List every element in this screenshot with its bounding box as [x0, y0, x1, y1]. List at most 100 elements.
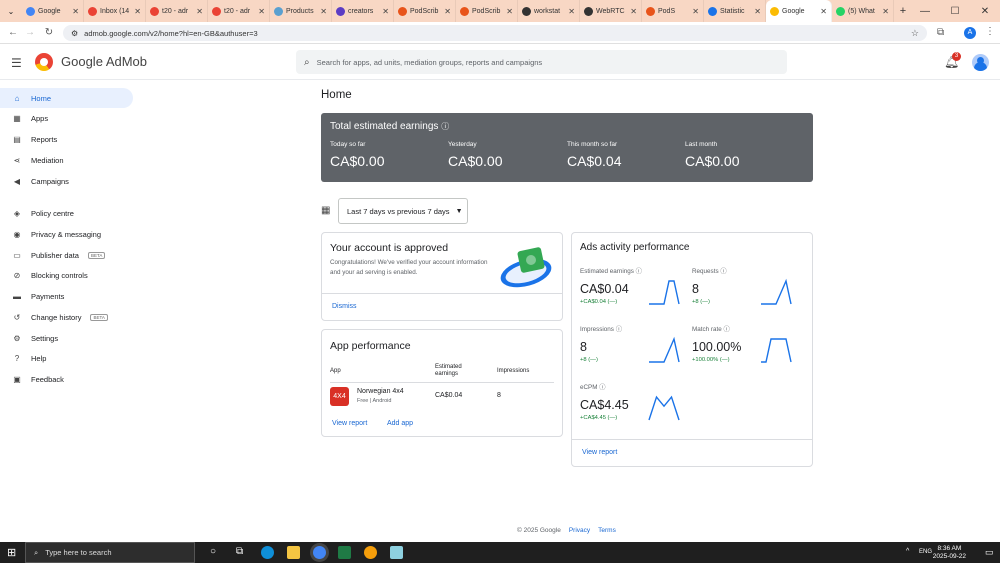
- tab-label: workstat: [534, 7, 561, 15]
- cortana-icon[interactable]: ○: [210, 546, 216, 557]
- address-bar-row: ← → ↻ ⚙ admob.google.com/v2/home?hl=en-G…: [0, 22, 1000, 44]
- sparkline-line: [649, 280, 680, 305]
- sidebar-item-label: Apps: [31, 113, 49, 123]
- help-icon: ?: [14, 353, 20, 363]
- hamburger-menu-icon[interactable]: ☰: [11, 56, 22, 70]
- browser-menu-icon[interactable]: ⋮: [985, 26, 995, 37]
- tab-close-icon[interactable]: ✕: [72, 7, 79, 16]
- tab-close-icon[interactable]: ✕: [820, 7, 827, 16]
- extensions-icon[interactable]: ⧉: [937, 27, 944, 38]
- sidebar-item-mediation[interactable]: ⋖ Mediation: [0, 150, 133, 170]
- tab-close-icon[interactable]: ✕: [444, 7, 451, 16]
- info-icon[interactable]: ⓘ: [719, 268, 726, 275]
- tab-search-icon[interactable]: ⌄: [0, 7, 22, 16]
- forward-icon[interactable]: →: [20, 27, 40, 38]
- excel-icon[interactable]: [338, 546, 351, 559]
- sidebar-item-publisher-data[interactable]: ▭ Publisher data BETA: [0, 245, 133, 265]
- browser-tab[interactable]: t20 - adr ✕: [146, 0, 208, 22]
- tab-close-icon[interactable]: ✕: [630, 7, 637, 16]
- browser-tab[interactable]: Google ✕: [22, 0, 84, 22]
- browser-tab[interactable]: Google ✕: [766, 0, 832, 22]
- info-icon[interactable]: ⓘ: [441, 122, 449, 131]
- reload-icon[interactable]: ↻: [39, 27, 59, 38]
- language-indicator[interactable]: ENG: [919, 549, 932, 555]
- sidebar-item-home[interactable]: ⌂ Home: [0, 88, 133, 108]
- notifications-center-icon[interactable]: ▭: [985, 547, 994, 558]
- tab-close-icon[interactable]: ✕: [382, 7, 389, 16]
- campaigns-icon: ◀: [13, 176, 21, 186]
- terms-link[interactable]: Terms: [598, 527, 616, 534]
- tab-close-icon[interactable]: ✕: [882, 7, 889, 16]
- account-avatar[interactable]: [972, 54, 989, 71]
- browser-tab[interactable]: Inbox (14 ✕: [84, 0, 146, 22]
- browser-tab[interactable]: PodScrib ✕: [394, 0, 456, 22]
- tray-expand-icon[interactable]: ^: [906, 548, 909, 555]
- sidebar-item-payments[interactable]: ▬ Payments: [0, 286, 133, 306]
- earnings-value: CA$0.04: [567, 153, 622, 169]
- info-icon[interactable]: ⓘ: [614, 326, 622, 333]
- browser-tab[interactable]: Statistic ✕: [704, 0, 766, 22]
- browser-tab[interactable]: (5) What ✕: [832, 0, 894, 22]
- edge-icon[interactable]: [261, 546, 274, 559]
- tab-close-icon[interactable]: ✕: [568, 7, 575, 16]
- bookmark-star-icon[interactable]: ☆: [911, 28, 919, 39]
- add-app-link[interactable]: Add app: [387, 420, 413, 427]
- app-impressions: 8: [497, 392, 501, 399]
- browser-tab[interactable]: creators ✕: [332, 0, 394, 22]
- maximize-icon[interactable]: ☐: [940, 6, 970, 17]
- sidebar-item-apps[interactable]: ▦ Apps: [0, 108, 133, 128]
- dismiss-button[interactable]: Dismiss: [332, 303, 357, 310]
- close-window-icon[interactable]: ✕: [970, 6, 1000, 17]
- sidebar-item-blocking-controls[interactable]: ⊘ Blocking controls: [0, 265, 133, 285]
- windows-start-icon[interactable]: ⊞: [7, 546, 16, 559]
- tab-favicon-icon: [150, 6, 159, 16]
- tab-close-icon[interactable]: ✕: [258, 7, 265, 16]
- tab-label: PodS: [658, 7, 676, 15]
- date-range-dropdown[interactable]: Last 7 days vs previous 7 days ▼: [338, 198, 468, 224]
- info-icon[interactable]: ⓘ: [722, 326, 729, 333]
- sidebar-item-help[interactable]: ? Help: [0, 348, 133, 368]
- ads-view-report-link[interactable]: View report: [582, 449, 617, 456]
- sidebar-item-feedback[interactable]: ▣ Feedback: [0, 369, 133, 389]
- tab-close-icon[interactable]: ✕: [692, 7, 699, 16]
- app-circle-icon[interactable]: [364, 546, 377, 559]
- task-view-icon[interactable]: ⧉: [236, 546, 243, 557]
- sidebar-item-change-history[interactable]: ↺ Change history BETA: [0, 307, 133, 327]
- browser-tab[interactable]: PodS ✕: [642, 0, 704, 22]
- browser-tab[interactable]: Products ✕: [270, 0, 332, 22]
- tab-close-icon[interactable]: ✕: [320, 7, 327, 16]
- sidebar-item-reports[interactable]: ▤ Reports: [0, 129, 133, 149]
- browser-tab[interactable]: WebRTC ✕: [580, 0, 642, 22]
- app-name[interactable]: Norwegian 4x4: [357, 388, 404, 395]
- search-bar[interactable]: ⌕ Search for apps, ad units, mediation g…: [296, 50, 787, 74]
- minimize-icon[interactable]: —: [910, 6, 940, 17]
- tab-close-icon[interactable]: ✕: [754, 7, 761, 16]
- view-report-link[interactable]: View report: [332, 420, 367, 427]
- tab-close-icon[interactable]: ✕: [134, 7, 141, 16]
- browser-tab[interactable]: workstat ✕: [518, 0, 580, 22]
- browser-tab[interactable]: t20 - adr ✕: [208, 0, 270, 22]
- url-field[interactable]: ⚙ admob.google.com/v2/home?hl=en-GB&auth…: [63, 25, 927, 41]
- chrome-icon[interactable]: [313, 546, 326, 559]
- site-info-icon[interactable]: ⚙: [71, 29, 78, 38]
- file-explorer-icon[interactable]: [287, 546, 300, 559]
- tab-close-icon[interactable]: ✕: [506, 7, 513, 16]
- tab-favicon-icon: [646, 6, 655, 16]
- window-controls: — ☐ ✕: [910, 0, 1000, 22]
- info-icon[interactable]: ⓘ: [634, 268, 642, 275]
- tab-close-icon[interactable]: ✕: [196, 7, 203, 16]
- metric-label: Estimated earnings ⓘ: [580, 266, 690, 275]
- tab-label: t20 - adr: [162, 7, 189, 15]
- app-pen-icon[interactable]: [390, 546, 403, 559]
- privacy-link[interactable]: Privacy: [569, 527, 590, 534]
- col-header-earnings-line2: earnings: [435, 371, 459, 377]
- browser-tab[interactable]: PodScrib ✕: [456, 0, 518, 22]
- info-icon[interactable]: ⓘ: [598, 384, 605, 391]
- sidebar-item-policy-centre[interactable]: ◈ Policy centre: [0, 203, 133, 223]
- sidebar-item-campaigns[interactable]: ◀ Campaigns: [0, 171, 133, 191]
- sidebar-item-settings[interactable]: ⚙ Settings: [0, 328, 133, 348]
- sidebar-item-privacy-messaging[interactable]: ◉ Privacy & messaging: [0, 224, 133, 244]
- taskbar-search[interactable]: ⌕ Type here to search: [25, 542, 195, 563]
- clock[interactable]: 8:36 AM 2025-09-22: [933, 545, 966, 561]
- browser-profile-avatar[interactable]: A: [964, 27, 976, 39]
